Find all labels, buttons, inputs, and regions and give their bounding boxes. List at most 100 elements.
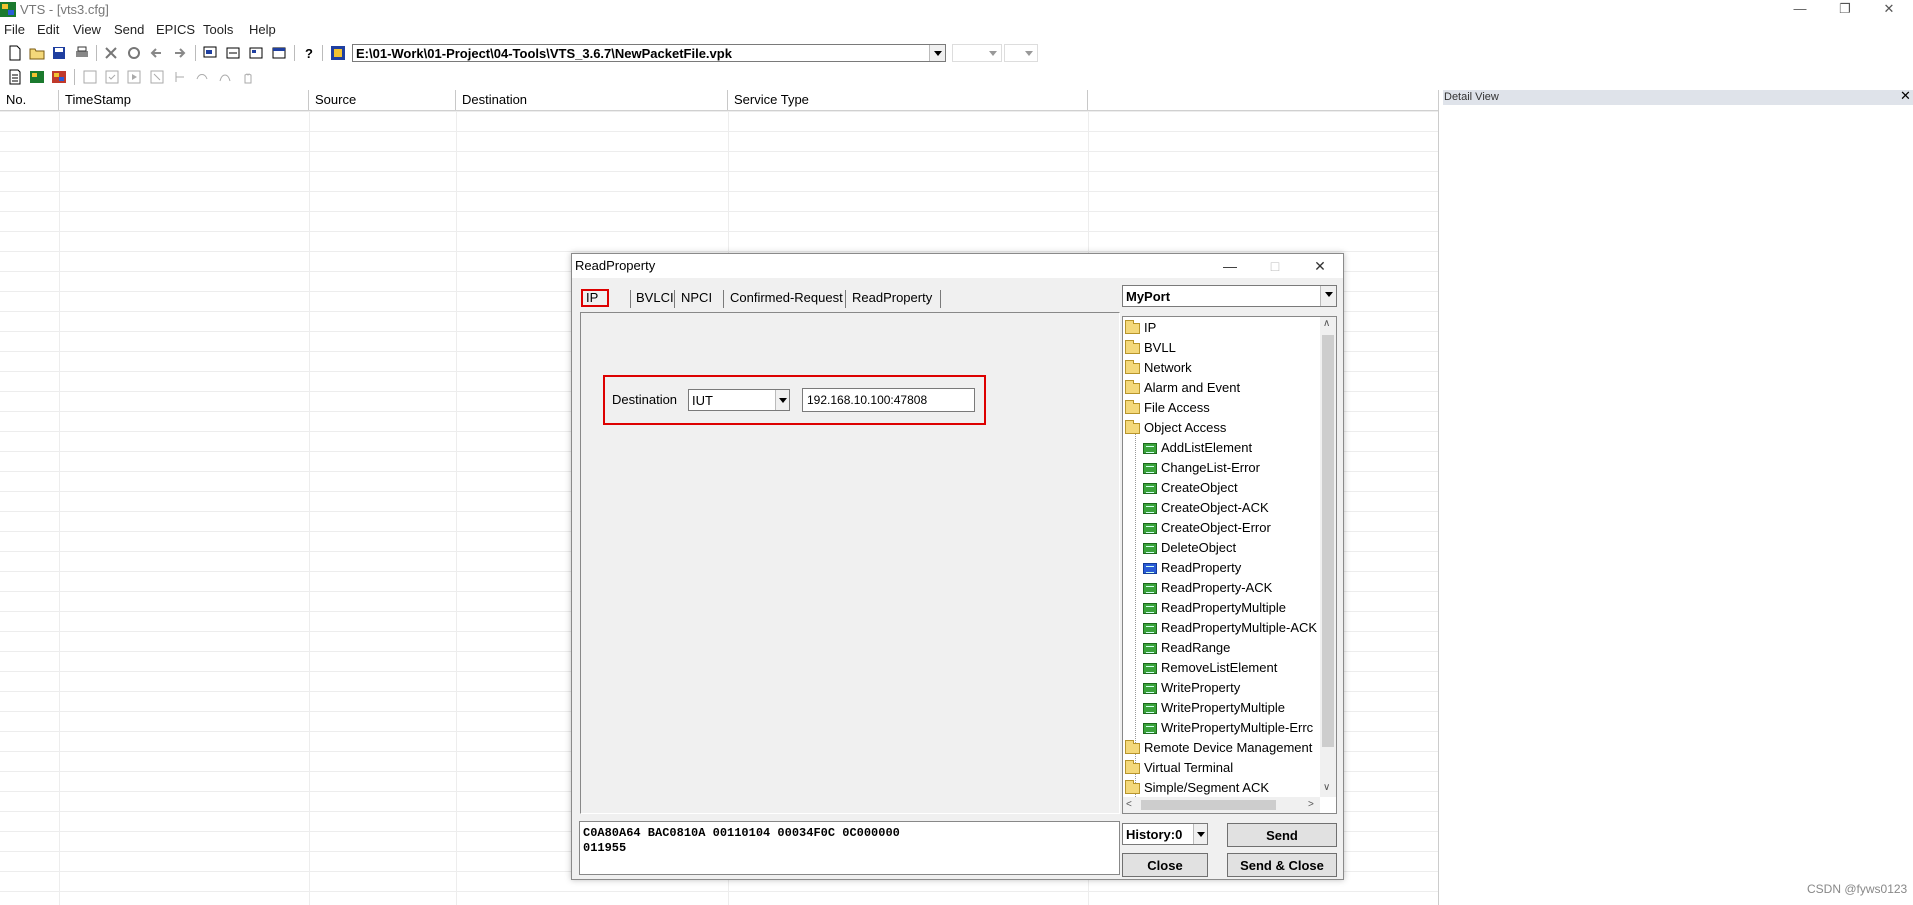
minimize-icon[interactable]: —: [1208, 254, 1252, 278]
refresh-icon[interactable]: [126, 45, 142, 61]
new-file-icon[interactable]: [7, 45, 23, 61]
forward-arrow-icon[interactable]: [171, 45, 187, 61]
folder-icon: [1125, 420, 1140, 435]
tab-ip[interactable]: IP: [582, 288, 602, 308]
restore-icon[interactable]: ❐: [1826, 0, 1864, 20]
column-timestamp[interactable]: TimeStamp: [59, 90, 309, 110]
menu-edit[interactable]: Edit: [37, 22, 59, 37]
step-into-icon[interactable]: [172, 69, 188, 85]
send-button[interactable]: Send: [1227, 823, 1337, 847]
column-no[interactable]: No.: [0, 90, 59, 110]
menu-tools[interactable]: Tools: [203, 22, 233, 37]
minimize-icon[interactable]: —: [1781, 0, 1819, 20]
tree-folder[interactable]: Remote Device Management: [1125, 739, 1312, 757]
tree-service-item[interactable]: WritePropertyMultiple: [1143, 699, 1285, 717]
dialog-titlebar[interactable]: ReadProperty — □ ✕: [572, 254, 1343, 278]
tree-service-item[interactable]: CreateObject-Error: [1143, 519, 1271, 537]
tree-service-item[interactable]: ReadProperty-ACK: [1143, 579, 1272, 597]
tree-service-item[interactable]: CreateObject-ACK: [1143, 499, 1269, 517]
app-titlebar: VTS - [vts3.cfg] — ❐ ✕: [0, 0, 1913, 20]
destination-select[interactable]: IUT: [688, 389, 790, 411]
tree-horizontal-scrollbar[interactable]: < >: [1123, 797, 1320, 813]
port-select[interactable]: MyPort: [1122, 285, 1337, 307]
hand-icon[interactable]: [240, 69, 256, 85]
close-dialog-icon[interactable]: ✕: [1298, 254, 1342, 278]
tree-service-item[interactable]: ReadPropertyMultiple-ACK: [1143, 619, 1317, 637]
menu-help[interactable]: Help: [249, 22, 276, 37]
capture-icon[interactable]: [225, 45, 241, 61]
chevron-down-icon[interactable]: [1320, 286, 1336, 306]
tree-service-item[interactable]: WriteProperty: [1143, 679, 1240, 697]
tab-npci[interactable]: NPCI: [677, 288, 716, 308]
tree-folder[interactable]: File Access: [1125, 399, 1210, 417]
tree-item-label: DeleteObject: [1161, 540, 1237, 555]
script-step-icon[interactable]: [149, 69, 165, 85]
tree-service-item[interactable]: ReadRange: [1143, 639, 1230, 657]
tab-bvlci[interactable]: BVLCI: [632, 288, 678, 308]
scroll-left-icon[interactable]: <: [1126, 799, 1132, 810]
epics-icon[interactable]: [29, 69, 45, 85]
print-icon[interactable]: [74, 45, 90, 61]
tab-readproperty[interactable]: ReadProperty: [848, 288, 936, 308]
tree-folder[interactable]: Virtual Terminal: [1125, 759, 1233, 777]
window-icon[interactable]: [271, 45, 287, 61]
column-service-type[interactable]: Service Type: [728, 90, 1088, 110]
tab-confirmed-request[interactable]: Confirmed-Request: [726, 288, 847, 308]
menu-epics[interactable]: EPICS: [156, 22, 195, 37]
scrollbar-thumb[interactable]: [1141, 800, 1276, 810]
tree-service-item[interactable]: ReadPropertyMultiple: [1143, 599, 1286, 617]
chevron-down-icon[interactable]: [775, 390, 789, 410]
close-icon[interactable]: ✕: [1900, 88, 1911, 104]
send-and-close-button[interactable]: Send & Close: [1227, 853, 1337, 877]
scrollbar-thumb[interactable]: [1322, 335, 1334, 747]
send-packet-icon[interactable]: [202, 45, 218, 61]
tree-service-item[interactable]: AddListElement: [1143, 439, 1252, 457]
tree-folder[interactable]: Network: [1125, 359, 1192, 377]
delete-icon[interactable]: [103, 45, 119, 61]
tree-service-item[interactable]: ChangeList-Error: [1143, 459, 1260, 477]
scroll-right-icon[interactable]: >: [1308, 799, 1314, 810]
step-over-icon[interactable]: [194, 69, 210, 85]
compare-icon[interactable]: [51, 69, 67, 85]
tree-service-item[interactable]: CreateObject: [1143, 479, 1238, 497]
pane-splitter[interactable]: [1438, 90, 1439, 905]
column-destination[interactable]: Destination: [456, 90, 728, 110]
hex-encoding-box[interactable]: C0A80A64 BAC0810A 00110104 00034F0C 0C00…: [579, 821, 1120, 875]
tree-vertical-scrollbar[interactable]: ∧ ∨: [1320, 317, 1336, 797]
history-select[interactable]: History:0: [1122, 823, 1208, 845]
destination-address-input[interactable]: 192.168.10.100:47808: [802, 388, 975, 412]
packet-file-combo[interactable]: E:\01-Work\01-Project\04-Tools\VTS_3.6.7…: [352, 44, 946, 62]
tree-folder[interactable]: Simple/Segment ACK: [1125, 779, 1269, 797]
menu-send[interactable]: Send: [114, 22, 144, 37]
step-out-icon[interactable]: [217, 69, 233, 85]
tree-service-item[interactable]: DeleteObject: [1143, 539, 1236, 557]
close-button[interactable]: Close: [1122, 853, 1208, 877]
save-icon[interactable]: [51, 45, 67, 61]
tree-service-item[interactable]: ReadProperty: [1143, 559, 1241, 577]
tree-folder[interactable]: BVLL: [1125, 339, 1176, 357]
filter-icon[interactable]: [248, 45, 264, 61]
tree-item-label: ReadRange: [1161, 640, 1231, 655]
column-source[interactable]: Source: [309, 90, 456, 110]
script-run-icon[interactable]: [126, 69, 142, 85]
tree-folder[interactable]: Object Access: [1125, 419, 1226, 437]
tree-folder[interactable]: IP: [1125, 319, 1156, 337]
script-icon[interactable]: [82, 69, 98, 85]
scroll-down-icon[interactable]: ∨: [1323, 782, 1330, 793]
scroll-up-icon[interactable]: ∧: [1323, 318, 1330, 329]
tree-service-item[interactable]: RemoveListElement: [1143, 659, 1277, 677]
help-icon[interactable]: ?: [301, 45, 317, 61]
back-arrow-icon[interactable]: [149, 45, 165, 61]
menu-view[interactable]: View: [73, 22, 101, 37]
tree-folder[interactable]: Alarm and Event: [1125, 379, 1240, 397]
menu-file[interactable]: File: [4, 22, 25, 37]
open-folder-icon[interactable]: [29, 45, 45, 61]
document-icon[interactable]: [7, 69, 23, 85]
chevron-down-icon[interactable]: [929, 45, 945, 61]
service-tree[interactable]: IP BVLL Network Alarm and Event File Access O…: [1122, 316, 1337, 814]
tree-item-label: BVLL: [1144, 340, 1176, 355]
script-check-icon[interactable]: [104, 69, 120, 85]
close-window-icon[interactable]: ✕: [1870, 0, 1908, 20]
tree-service-item[interactable]: WritePropertyMultiple-Errc: [1143, 719, 1313, 737]
chevron-down-icon[interactable]: [1193, 824, 1207, 844]
